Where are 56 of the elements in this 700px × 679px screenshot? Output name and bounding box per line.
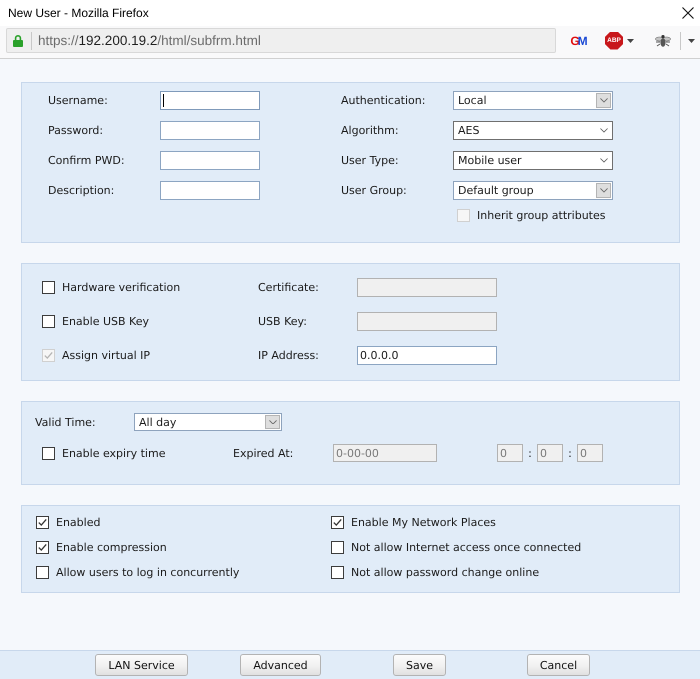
caret-icon[interactable] (627, 38, 634, 42)
dropdown[interactable]: All day (134, 413, 282, 431)
text-field[interactable] (160, 151, 260, 170)
extension-button[interactable]: GM (569, 34, 587, 48)
checkbox-label: Assign virtual IP (62, 349, 150, 362)
checkbox[interactable] (36, 516, 49, 529)
dropdown[interactable]: Default group (453, 181, 613, 200)
dropdown[interactable]: Local (453, 91, 613, 110)
checkbox-label: Not allow Internet access once connected (351, 541, 582, 554)
field-label: USB Key: (258, 315, 308, 328)
field-label: User Group: (341, 184, 408, 197)
checkbox[interactable] (36, 566, 49, 579)
field-label: User Type: (341, 154, 400, 167)
text-field[interactable] (160, 181, 260, 200)
checkbox-label: Enable compression (56, 541, 167, 554)
text-field[interactable]: 0.0.0.0 (357, 346, 497, 365)
dropdown[interactable]: AES (453, 121, 613, 140)
time-separator: : (527, 446, 533, 460)
field-label: Authentication: (341, 94, 426, 107)
checkbox-label: Inherit group attributes (477, 209, 606, 222)
dialog-button[interactable]: LAN Service (95, 654, 188, 676)
close-icon[interactable] (682, 7, 694, 19)
text-field[interactable] (160, 121, 260, 140)
checkbox[interactable] (36, 541, 49, 554)
dialog-button[interactable]: Save (392, 654, 446, 676)
checkbox-label: Enable USB Key (62, 315, 149, 328)
checkbox[interactable] (42, 315, 55, 328)
field-label: Algorithm: (341, 124, 400, 137)
address-field[interactable]: https://192.200.19.2/html/subfrm.html (6, 28, 556, 53)
caret-icon[interactable] (688, 38, 695, 42)
checkbox-label: Enabled (56, 516, 100, 529)
checkbox-label: Enable My Network Places (351, 516, 496, 529)
dropdown[interactable]: Mobile user (453, 151, 613, 170)
checkbox-label: Allow users to log in concurrently (56, 566, 240, 579)
checkbox-label: Hardware verification (62, 281, 180, 294)
field-label: Description: (48, 184, 116, 197)
bug-icon[interactable] (654, 34, 672, 48)
checkbox-label: Not allow password change online (351, 566, 540, 579)
field-label: Username: (48, 94, 109, 107)
dialog-button[interactable]: Cancel (526, 654, 590, 676)
dialog-button[interactable]: Advanced (240, 654, 321, 676)
text-field[interactable] (160, 91, 260, 110)
checkbox[interactable] (331, 566, 344, 579)
field-label: Valid Time: (35, 416, 97, 428)
checkbox[interactable] (42, 446, 55, 460)
field-label: Password: (48, 124, 104, 137)
window-title: New User - Mozilla Firefox (8, 6, 149, 20)
time-separator: : (567, 446, 573, 460)
field-label: Expired At: (233, 446, 294, 460)
field-label: IP Address: (258, 349, 320, 362)
checkbox[interactable] (42, 281, 55, 294)
checkbox[interactable] (331, 516, 344, 529)
field-label: Certificate: (258, 281, 320, 294)
checkbox[interactable] (331, 541, 344, 554)
checkbox-label: Enable expiry time (62, 446, 166, 460)
field-label: Confirm PWD: (48, 154, 126, 167)
